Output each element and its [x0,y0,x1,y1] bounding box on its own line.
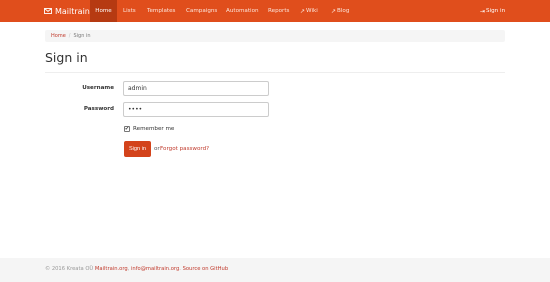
footer-comma: , [127,266,130,272]
footer-dot: . [179,266,181,272]
nav-campaigns-label: Campaigns [186,8,218,14]
password-input[interactable] [123,102,269,117]
breadcrumb-current: Sign in [73,33,91,39]
copyright-text: © 2016 Kreata OÜ [45,266,94,272]
breadcrumb-home[interactable]: Home [51,33,66,39]
nav-automation[interactable]: Automation [226,0,259,22]
nav-campaigns[interactable]: Campaigns [186,0,217,22]
top-navbar: Mailtrain Home Lists Templates Campaigns… [0,0,550,22]
nav-signin[interactable]: ⇥ Sign in [480,0,505,22]
brand-name: Mailtrain [55,6,90,16]
footer-text: © 2016 Kreata OÜ Mailtrain.org, info@mai… [45,266,228,272]
username-input[interactable] [123,81,269,96]
password-label: Password [83,106,114,112]
envelope-icon [44,7,52,16]
external-link-icon: ↗ [331,7,337,15]
page-title: Sign in [45,50,88,65]
nav-templates-label: Templates [147,8,176,14]
footer-link-mailtrain[interactable]: Mailtrain.org [95,266,128,272]
username-label: Username [82,85,114,91]
nav-wiki[interactable]: ↗ Wiki [300,0,318,22]
nav-blog-label: Blog [337,8,350,14]
remember-me[interactable]: ✔ Remember me [124,126,174,132]
remember-checkbox[interactable]: ✔ [124,126,130,132]
nav-reports-label: Reports [268,8,290,14]
title-divider [45,72,505,73]
nav-wiki-label: Wiki [306,8,318,14]
nav-home-label: Home [95,8,112,14]
nav-lists[interactable]: Lists [123,0,136,22]
breadcrumb-separator: / [68,33,71,39]
forgot-password-link[interactable]: Forgot password? [160,146,209,152]
external-link-icon: ↗ [300,7,306,15]
nav-home[interactable]: Home [90,0,117,22]
nav-templates[interactable]: Templates [147,0,175,22]
sign-in-button[interactable]: Sign in [124,141,151,157]
footer-link-github[interactable]: Source on GitHub [183,266,229,272]
or-text: or [154,146,160,152]
sign-in-icon: ⇥ [480,7,486,15]
remember-label: Remember me [133,126,175,132]
nav-automation-label: Automation [226,8,259,14]
nav-blog[interactable]: ↗ Blog [331,0,349,22]
nav-signin-label: Sign in [486,8,506,14]
nav-lists-label: Lists [123,8,136,14]
footer-link-email[interactable]: info@mailtrain.org [131,266,179,272]
breadcrumb: Home / Sign in [45,30,505,42]
brand-logo[interactable]: Mailtrain [44,0,90,22]
nav-reports[interactable]: Reports [268,0,289,22]
